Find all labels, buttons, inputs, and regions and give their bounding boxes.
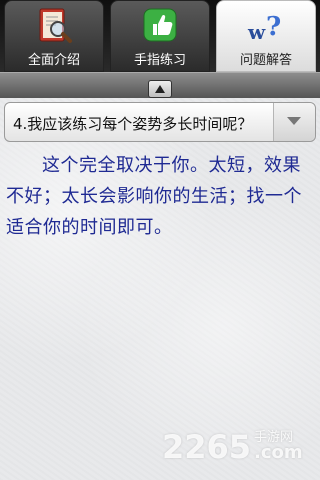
thumbs-up-icon [140, 7, 180, 45]
selected-question: 4.我应该练习每个姿势多长时间呢？ [13, 115, 253, 133]
dropdown-toggle[interactable] [273, 103, 315, 141]
tab-bar: 全面介绍 手指练习 w ? 问题解答 [0, 0, 320, 72]
collapse-button[interactable] [148, 80, 172, 98]
chevron-up-icon [155, 85, 165, 93]
tab-faq[interactable]: w ? 问题解答 [216, 0, 316, 72]
book-search-icon [34, 7, 74, 45]
chevron-down-icon [287, 117, 301, 125]
tab-label: 手指练习 [133, 53, 186, 68]
watermark-logo: 2265 手游网 .com [162, 426, 312, 466]
watermark-number: 2265 [162, 428, 252, 466]
question-dropdown[interactable]: 4.我应该练习每个姿势多长时间呢？ [4, 102, 316, 142]
tab-label: 问题解答 [239, 53, 292, 68]
tab-finger-practice[interactable]: 手指练习 [110, 0, 210, 72]
tab-overview[interactable]: 全面介绍 [4, 0, 104, 72]
tab-label: 全面介绍 [27, 53, 80, 68]
svg-text:?: ? [266, 12, 281, 42]
watermark-domain: .com [254, 442, 303, 463]
answer-text: 这个完全取决于你。太短，效果不好；太长会影响你的生活；找一个适合你的时间即可。 [6, 155, 302, 238]
svg-text:w: w [247, 20, 266, 44]
question-icon: w ? [246, 7, 286, 45]
collapse-strip [0, 72, 320, 98]
